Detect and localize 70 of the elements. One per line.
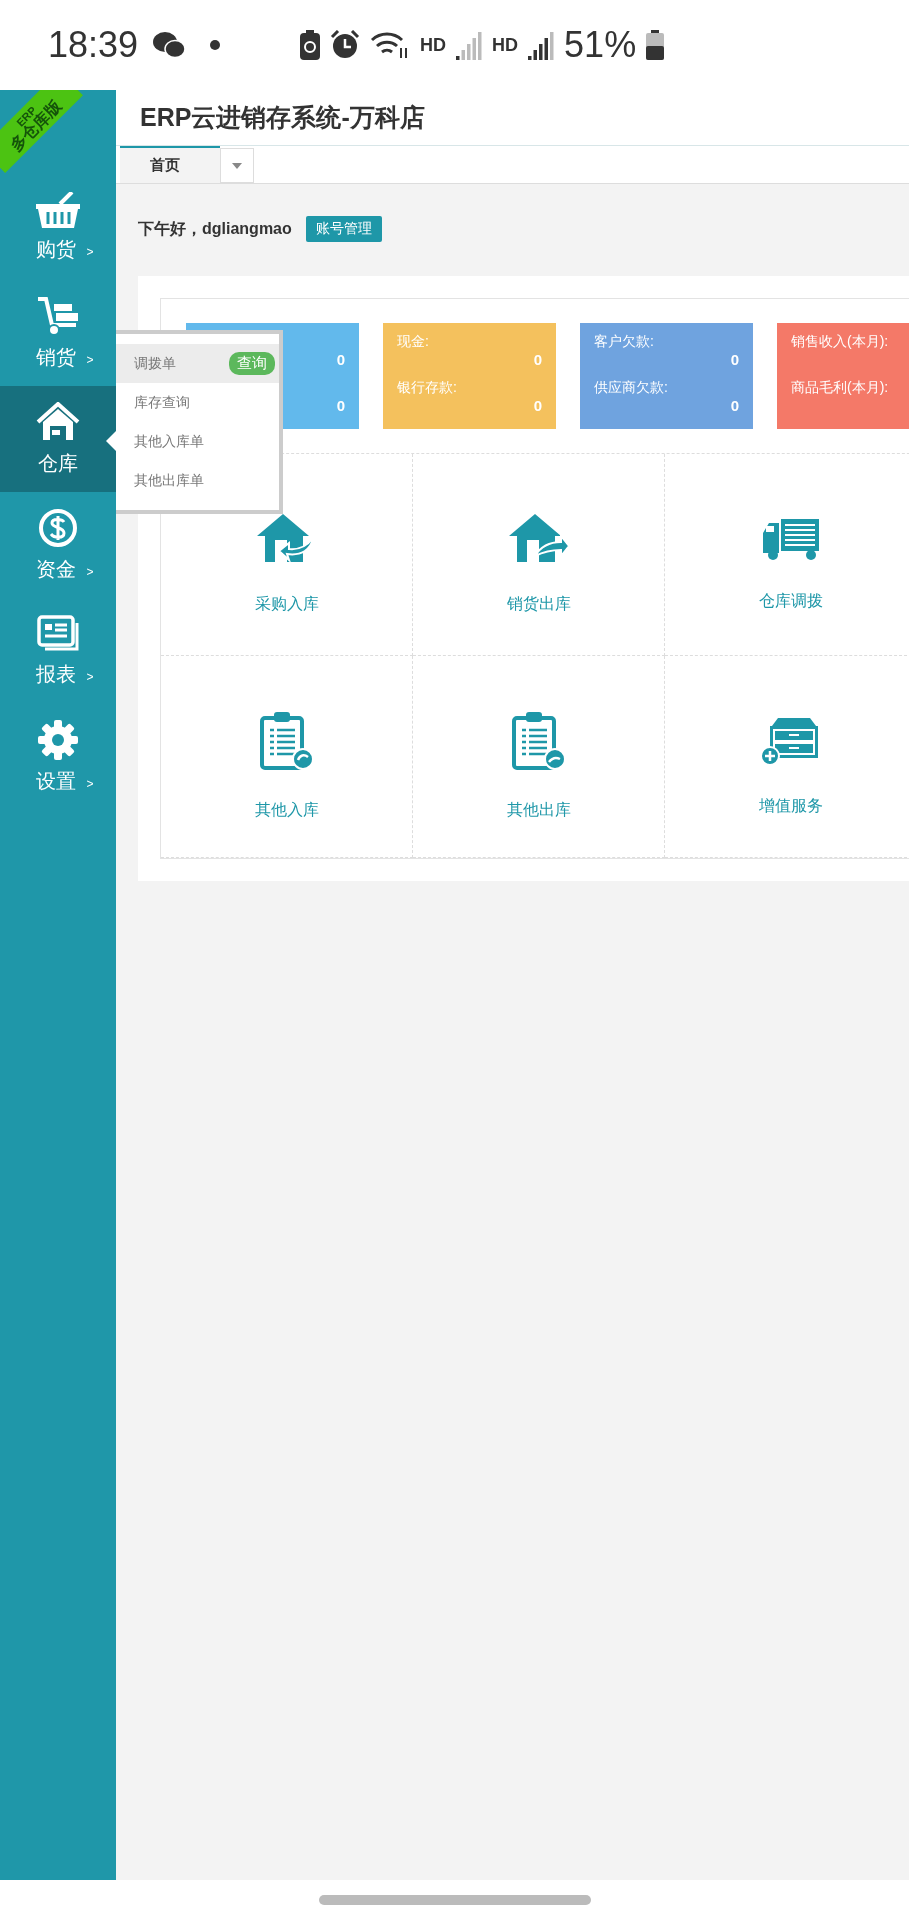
card-label: 客户欠款: xyxy=(594,333,655,351)
dot-icon xyxy=(210,40,221,50)
settings-icon xyxy=(38,719,78,760)
tab-dropdown-button[interactable] xyxy=(220,148,254,183)
sidebar-item[interactable]: 设置 > xyxy=(0,704,116,810)
card-value: 0 xyxy=(336,397,345,414)
submenu-item[interactable]: 库存查询 xyxy=(116,383,279,422)
shortcut-label: 仓库调拨 xyxy=(758,591,823,611)
sidebar-label: 销货 xyxy=(36,344,77,370)
card-label: 供应商欠款: xyxy=(594,379,669,397)
window-title: ERP云进销存系统-万科店 xyxy=(140,102,425,133)
status-time: 18:39 xyxy=(48,24,139,66)
sidebar-label: 资金 xyxy=(36,556,77,582)
dollar-icon xyxy=(38,507,78,548)
chevron-text: > xyxy=(86,564,94,579)
submenu-item[interactable]: 调拨单 查询 xyxy=(116,344,279,383)
shortcut-label: 其他出库 xyxy=(506,800,571,820)
house-icon xyxy=(36,401,80,442)
chat-icon xyxy=(152,31,187,59)
sidebar-label: 设置 xyxy=(36,768,77,794)
battery-icon xyxy=(646,30,665,60)
card-value: 0 xyxy=(533,397,542,414)
shortcut-label: 其他入库 xyxy=(254,800,319,820)
sidebar-item[interactable]: 资金 > xyxy=(0,492,116,598)
card-label: 现金: xyxy=(397,333,430,351)
house-arrow-icon xyxy=(508,514,569,564)
sidebar-item[interactable]: 仓库 xyxy=(0,386,116,492)
chevron-text: > xyxy=(86,352,94,367)
truck-icon xyxy=(760,517,821,561)
sidebar-label: 报表 xyxy=(36,661,77,687)
hand-truck-icon xyxy=(36,295,80,336)
tab[interactable]: 首页 xyxy=(120,146,220,183)
card-value: 0 xyxy=(730,397,739,414)
shortcut-tile[interactable]: 销货出库 xyxy=(413,454,665,656)
query-badge[interactable]: 查询 xyxy=(229,352,275,375)
chevron-text: > xyxy=(86,244,94,259)
network-label: HD xyxy=(492,34,519,56)
shortcut-label: 销货出库 xyxy=(506,594,571,614)
shortcut-tile[interactable]: 其他入库 xyxy=(161,656,413,858)
caret-icon xyxy=(232,162,242,169)
card-label: 商品毛利(本月): xyxy=(791,379,890,397)
shortcut-tile[interactable]: 其他出库 xyxy=(413,656,665,858)
shortcut-tile[interactable]: 增值服务 xyxy=(665,656,909,858)
card-value: 0 xyxy=(730,351,739,368)
shortcut-tile[interactable]: 仓库调拨 xyxy=(665,454,909,656)
chevron-text: > xyxy=(86,669,94,684)
signal-icon xyxy=(528,30,555,60)
signal-icon xyxy=(456,30,483,60)
sidebar-label: 购货 xyxy=(36,236,77,262)
newspaper-icon xyxy=(37,614,79,653)
clipboard-icon xyxy=(511,712,566,770)
sidebar-label: 仓库 xyxy=(38,450,78,476)
card-label: 销售收入(本月): xyxy=(791,333,890,351)
shortcut-label: 采购入库 xyxy=(254,594,319,614)
sidebar-item[interactable]: 购货 > xyxy=(0,174,116,280)
sidebar-item[interactable]: 报表 > xyxy=(0,598,116,704)
card-value: 0 xyxy=(533,351,542,368)
card-value: 0 xyxy=(336,351,345,368)
clipboard-icon xyxy=(259,712,314,770)
network-label: HD xyxy=(420,34,447,56)
greeting-text: 下午好，dgliangmao xyxy=(138,218,292,239)
basket-icon xyxy=(36,191,80,228)
sidebar-item[interactable]: 销货 > xyxy=(0,280,116,386)
shortcut-label: 增值服务 xyxy=(758,796,823,816)
alarm-icon xyxy=(330,30,361,60)
card-label: 银行存款: xyxy=(397,379,458,397)
account-button[interactable]: 账号管理 xyxy=(305,216,382,242)
battery-saver-icon xyxy=(300,30,321,60)
chevron-text: > xyxy=(86,776,94,791)
battery-percent: 51% xyxy=(564,24,637,66)
